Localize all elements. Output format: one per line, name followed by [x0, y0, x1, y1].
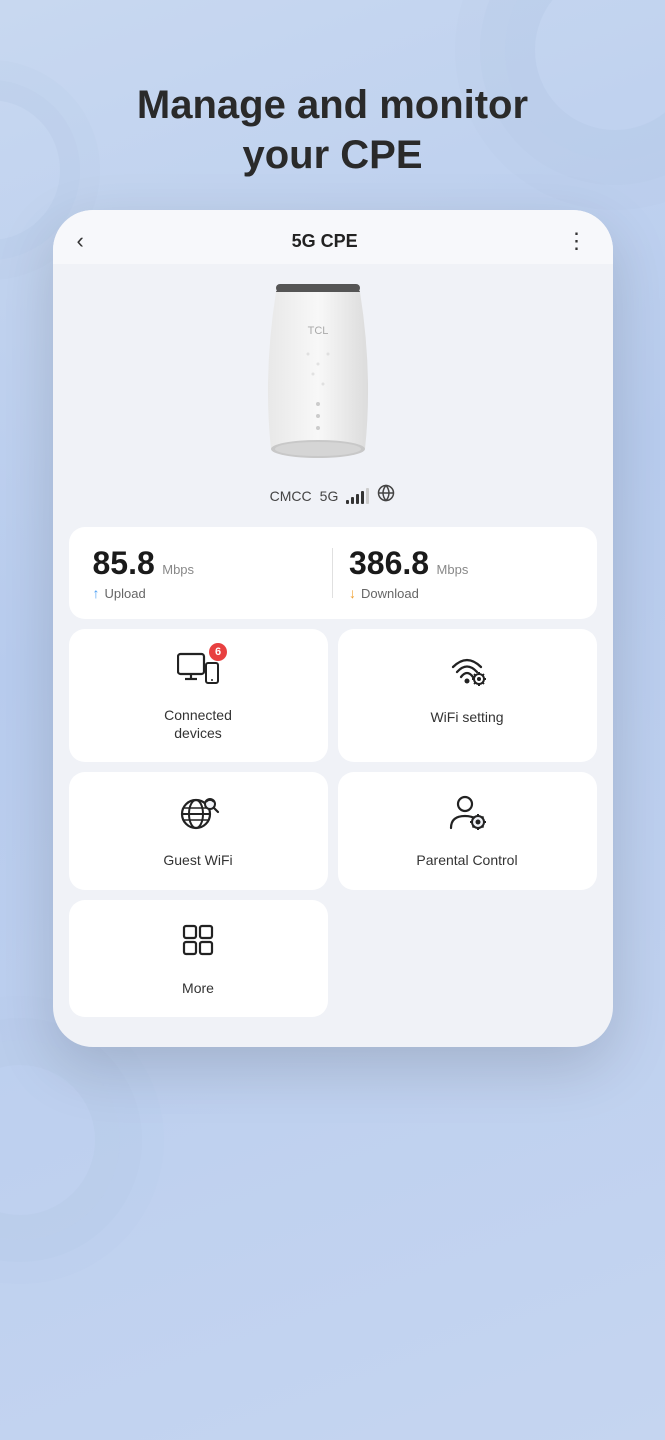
globe-icon	[377, 484, 395, 507]
phone-topbar: ‹ 5G CPE ⋮	[53, 210, 613, 264]
phone-title: 5G CPE	[292, 231, 358, 252]
download-arrow-icon: ↓	[349, 585, 356, 601]
download-speed: 386.8 Mbps ↓ Download	[349, 545, 573, 601]
parental-control-icon	[445, 792, 489, 841]
upload-value-row: 85.8 Mbps	[93, 545, 317, 582]
router-image: TCL	[243, 274, 423, 474]
network-info: CMCC 5G	[270, 484, 396, 507]
wifi-setting-icon	[445, 649, 489, 698]
connected-devices-badge: 6	[209, 643, 227, 661]
device-image-area: TCL CMCC 5G	[53, 264, 613, 527]
network-type: 5G	[320, 488, 339, 504]
upload-arrow-icon: ↑	[93, 585, 100, 601]
more-icon	[178, 920, 218, 969]
connected-devices-icon: 6	[177, 649, 219, 696]
download-speed-unit: Mbps	[437, 562, 469, 577]
upload-speed-value: 85.8	[93, 545, 155, 581]
speed-card: 85.8 Mbps ↑ Upload 386.8 Mbps ↓ Download	[69, 527, 597, 619]
wifi-setting-label: WiFi setting	[430, 708, 503, 726]
phone-mockup: ‹ 5G CPE ⋮	[53, 210, 613, 1047]
signal-bar-2	[351, 497, 354, 504]
signal-bar-3	[356, 494, 359, 504]
parental-control-card[interactable]: Parental Control	[338, 772, 597, 889]
bg-decoration-bottom-left	[0, 1040, 120, 1240]
download-value-row: 386.8 Mbps	[349, 545, 573, 582]
more-label: More	[182, 979, 214, 997]
guest-wifi-label: Guest WiFi	[163, 851, 232, 869]
upload-label: ↑ Upload	[93, 585, 317, 601]
back-button[interactable]: ‹	[77, 228, 84, 254]
speed-divider	[332, 548, 333, 598]
page-title: Manage and monitor your CPE	[137, 80, 528, 180]
connected-devices-label: Connecteddevices	[164, 706, 232, 742]
signal-bar-1	[346, 500, 349, 504]
header-section: Manage and monitor your CPE	[137, 80, 528, 180]
svg-text:TCL: TCL	[307, 325, 328, 337]
network-name: CMCC	[270, 488, 312, 504]
feature-grid: 6 Connecteddevices	[69, 629, 597, 890]
signal-bar-5	[366, 488, 369, 504]
bottom-row: More	[69, 900, 597, 1017]
connected-devices-card[interactable]: 6 Connecteddevices	[69, 629, 328, 762]
parental-control-label: Parental Control	[416, 851, 517, 869]
header-line2: your CPE	[242, 133, 422, 177]
guest-wifi-card[interactable]: Guest WiFi	[69, 772, 328, 889]
download-text: Download	[361, 586, 419, 601]
more-card[interactable]: More	[69, 900, 328, 1017]
download-label: ↓ Download	[349, 585, 573, 601]
header-line1: Manage and monitor	[137, 83, 528, 127]
upload-speed-unit: Mbps	[162, 562, 194, 577]
upload-speed: 85.8 Mbps ↑ Upload	[93, 545, 317, 601]
download-speed-value: 386.8	[349, 545, 429, 581]
upload-text: Upload	[105, 586, 146, 601]
signal-bar-4	[361, 491, 364, 504]
signal-bars	[346, 488, 369, 504]
wifi-setting-card[interactable]: WiFi setting	[338, 629, 597, 762]
bg-decoration-top-right	[505, 0, 665, 160]
more-menu-button[interactable]: ⋮	[565, 228, 588, 254]
guest-wifi-icon	[176, 792, 220, 841]
